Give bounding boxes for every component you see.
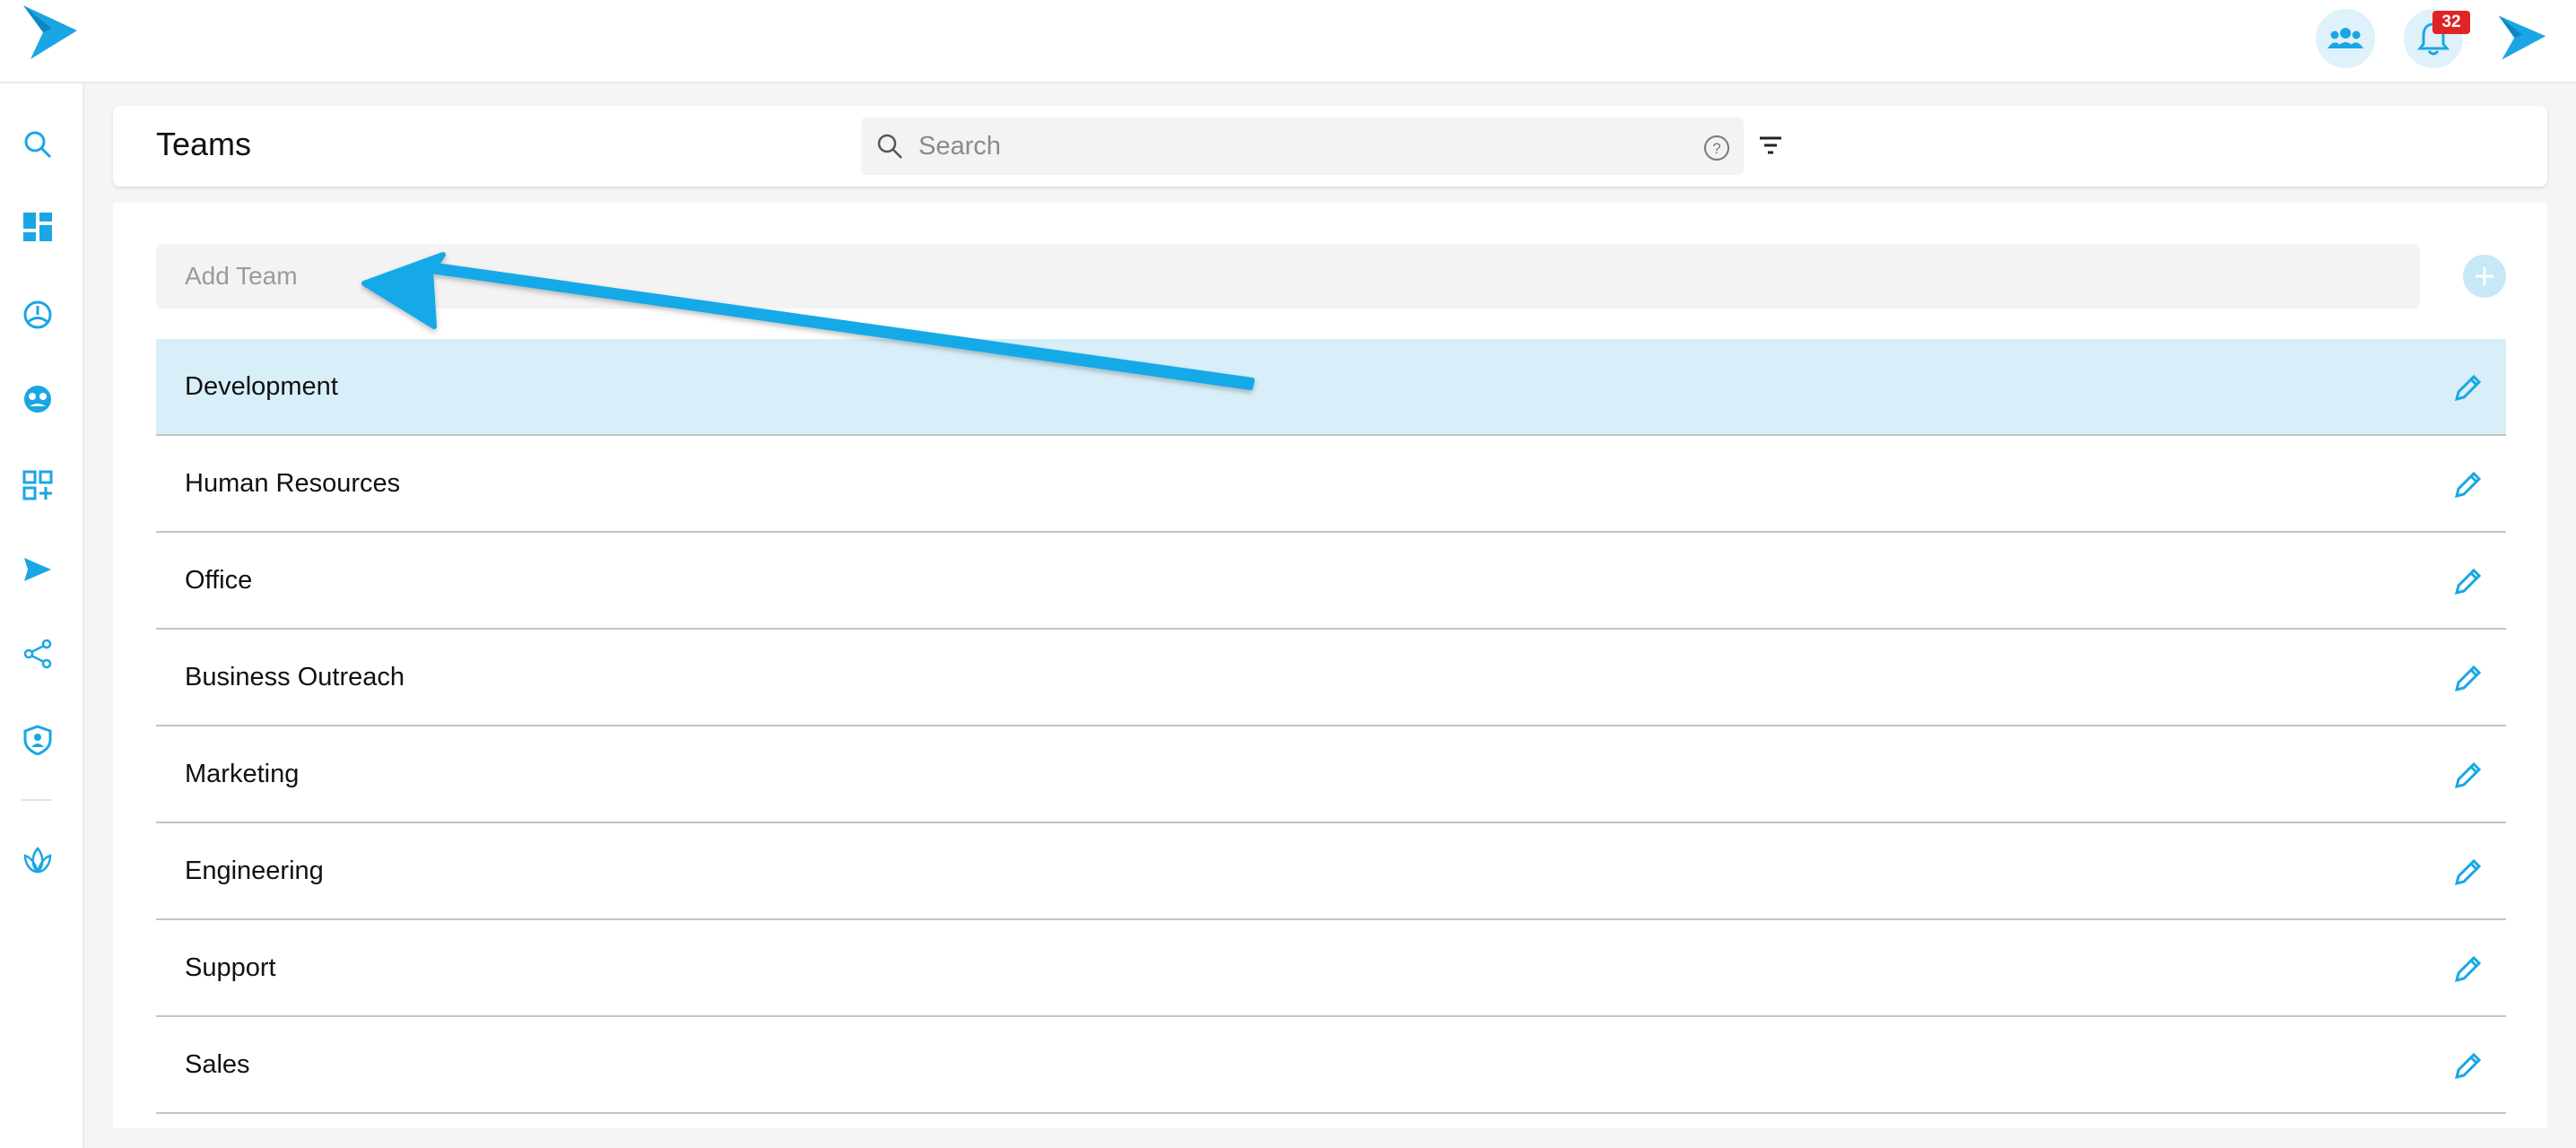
sidebar-item-dashboard[interactable]	[18, 207, 57, 247]
team-name: Office	[185, 565, 253, 595]
team-list: Development Human Resources Office Busin…	[156, 339, 2506, 1114]
paper-plane-logo-icon[interactable]	[2497, 13, 2547, 63]
paper-plane-logo-icon[interactable]	[22, 4, 79, 61]
sidebar-item-send[interactable]	[18, 550, 57, 589]
plus-icon	[2476, 267, 2493, 285]
team-name: Business Outreach	[185, 662, 405, 691]
team-row[interactable]: Sales	[156, 1017, 2506, 1114]
add-team-field	[156, 244, 2420, 309]
search-icon	[877, 134, 902, 159]
add-team-button[interactable]	[2463, 255, 2506, 298]
team-name: Human Resources	[185, 468, 401, 498]
team-row[interactable]: Engineering	[156, 823, 2506, 920]
faces-icon	[24, 386, 51, 413]
team-row[interactable]: Development	[156, 339, 2506, 436]
edit-pencil-icon[interactable]	[2452, 565, 2485, 597]
sidebar-item-dial[interactable]	[18, 295, 57, 335]
page-header: Teams ?	[113, 106, 2547, 187]
team-name: Marketing	[185, 759, 300, 788]
search-input[interactable]	[918, 117, 1672, 175]
edit-pencil-icon[interactable]	[2452, 662, 2485, 694]
team-row[interactable]: Office	[156, 533, 2506, 630]
edit-pencil-icon[interactable]	[2452, 468, 2485, 500]
sidebar-item-search[interactable]	[18, 125, 57, 164]
edit-pencil-icon[interactable]	[2452, 371, 2485, 404]
sidebar-divider	[22, 799, 52, 801]
team-name: Support	[185, 952, 276, 982]
send-icon	[24, 558, 51, 581]
edit-pencil-icon[interactable]	[2452, 856, 2485, 888]
sidebar-item-faces[interactable]	[18, 379, 57, 419]
lotus-icon	[23, 847, 52, 874]
apps-add-icon	[22, 470, 53, 500]
teams-panel: Development Human Resources Office Busin…	[113, 203, 2547, 1128]
svg-text:?: ?	[1712, 140, 1720, 157]
team-name: Sales	[185, 1049, 250, 1079]
team-row[interactable]: Marketing	[156, 726, 2506, 823]
edit-pencil-icon[interactable]	[2452, 759, 2485, 791]
edit-pencil-icon[interactable]	[2452, 952, 2485, 985]
top-bar: 32	[0, 0, 2576, 83]
dashboard-icon	[23, 213, 52, 241]
sidebar-item-lotus[interactable]	[18, 840, 57, 880]
left-sidebar	[0, 83, 84, 1148]
sidebar-item-share[interactable]	[18, 634, 57, 674]
team-row[interactable]: Business Outreach	[156, 630, 2506, 726]
dial-icon	[23, 300, 52, 329]
sidebar-item-add-apps[interactable]	[18, 465, 57, 505]
filter-icon[interactable]	[1754, 131, 1787, 161]
team-button[interactable]	[2316, 9, 2375, 68]
page-title: Teams	[156, 126, 252, 162]
shield-user-icon	[23, 725, 52, 755]
share-icon	[23, 639, 52, 669]
help-icon[interactable]: ?	[1702, 134, 1731, 162]
add-team-input[interactable]	[185, 244, 2391, 309]
search-bar: ?	[861, 117, 1744, 175]
team-row[interactable]: Support	[156, 920, 2506, 1017]
search-icon	[24, 131, 52, 159]
team-icon	[2328, 28, 2363, 48]
sidebar-item-security[interactable]	[18, 720, 57, 760]
notification-count-badge: 32	[2432, 11, 2470, 34]
team-name: Engineering	[185, 856, 324, 885]
team-row[interactable]: Human Resources	[156, 436, 2506, 533]
team-name: Development	[185, 371, 338, 401]
edit-pencil-icon[interactable]	[2452, 1049, 2485, 1082]
